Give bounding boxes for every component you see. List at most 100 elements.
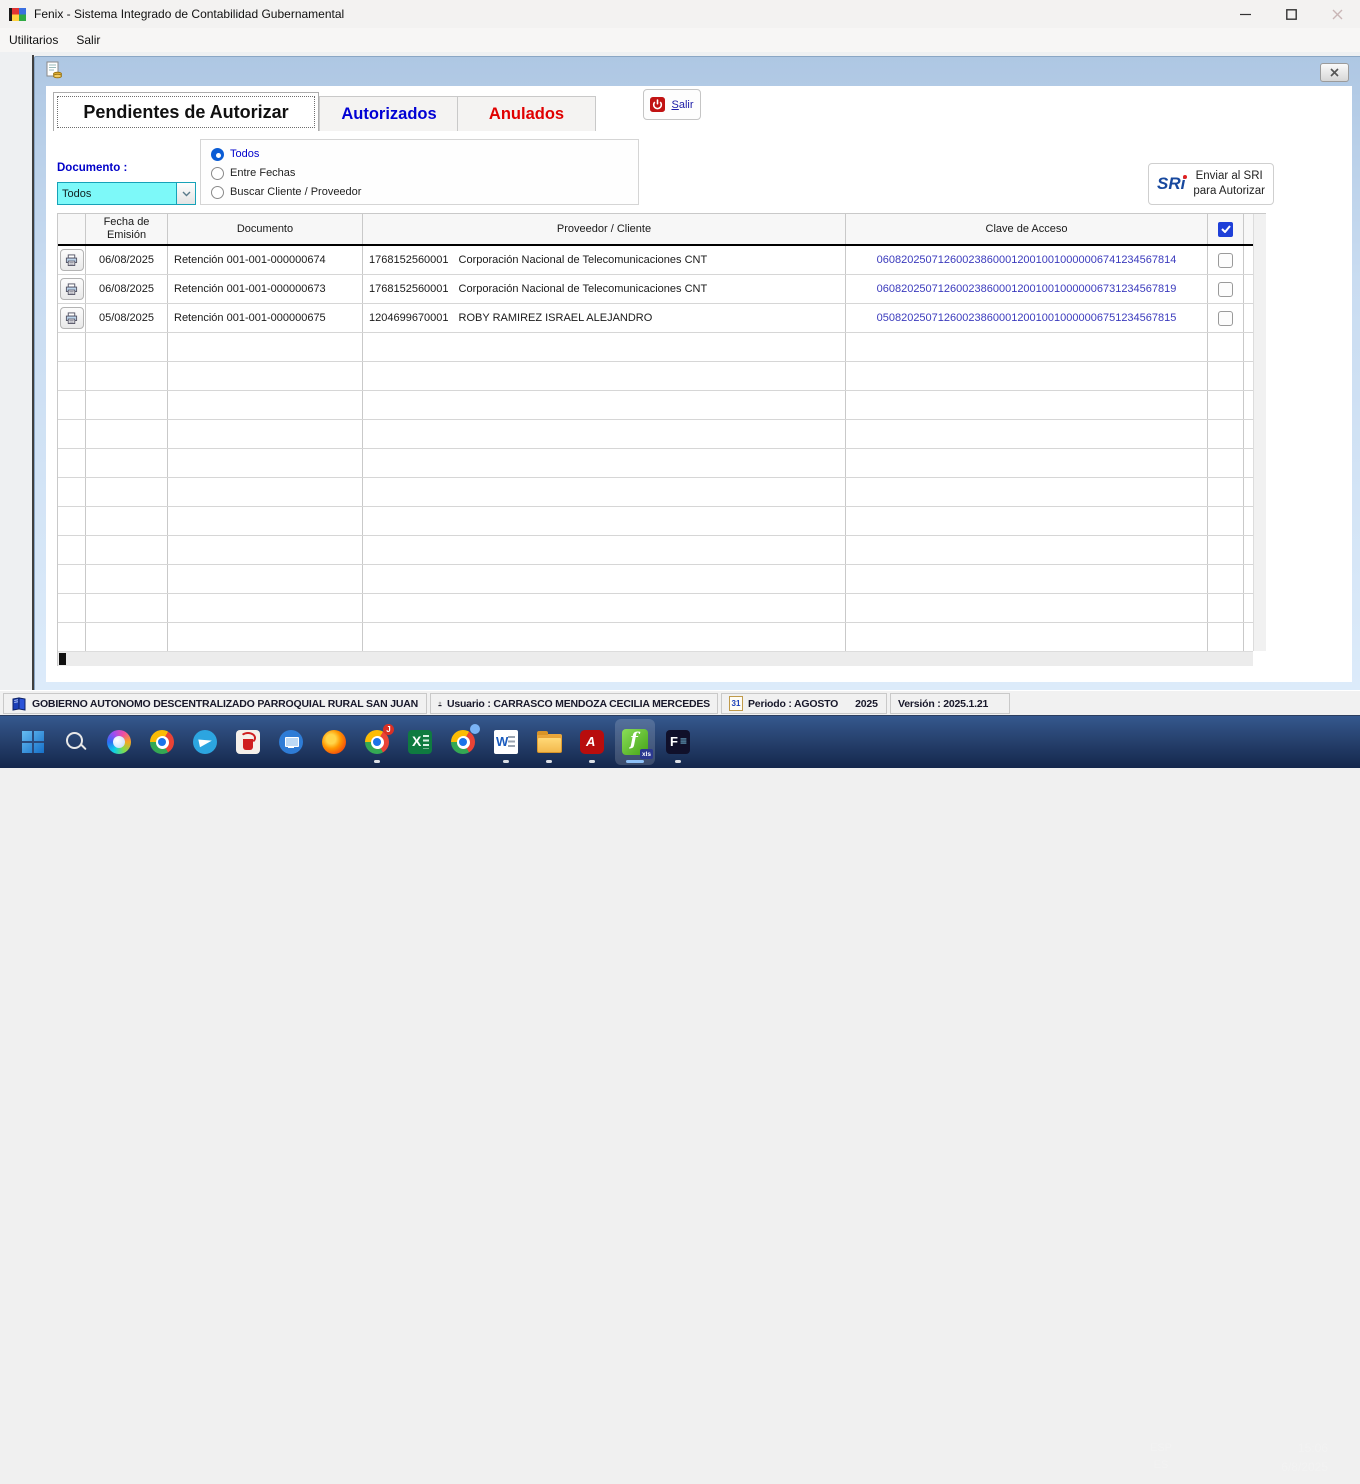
icon-badge: xls [640, 749, 653, 759]
proveedor-nombre: ROBY RAMIREZ ISRAEL ALEJANDRO [459, 312, 653, 324]
table-row[interactable]: 06/08/2025 Retención 001-001-000000674 1… [58, 246, 1253, 275]
radio-todos[interactable]: Todos [211, 147, 259, 161]
copilot-icon [107, 730, 131, 754]
running-indicator [589, 760, 595, 763]
icon-badge: J [383, 724, 394, 735]
vertical-scrollbar[interactable] [1253, 214, 1266, 651]
notification-bell-icon[interactable] [1338, 1447, 1356, 1465]
menu-salir[interactable]: Salir [67, 28, 109, 52]
table-row[interactable]: 06/08/2025 Retención 001-001-000000673 1… [58, 275, 1253, 304]
taskbar-icon-firefox[interactable] [314, 719, 354, 765]
tab-pendientes-de-autorizar[interactable]: Pendientes de Autorizar [53, 92, 319, 131]
child-close-button[interactable] [1320, 63, 1349, 82]
status-periodo: 31 Periodo : AGOSTO 2025 [721, 693, 887, 714]
system-tray: ESP ES 15:06 6/8/2025 [1100, 1431, 1360, 1484]
menu-utilitarios[interactable]: Utilitarios [0, 28, 67, 52]
tab-anulados[interactable]: Anulados [457, 96, 596, 131]
file-explorer-icon [537, 734, 562, 753]
app-icon [9, 8, 26, 21]
row-checkbox[interactable] [1218, 282, 1233, 297]
tab-autorizados[interactable]: Autorizados [319, 96, 459, 131]
table-row [58, 420, 1253, 449]
sri-logo: SRi [1157, 174, 1185, 194]
fecha-cell [86, 565, 168, 593]
taskbar-icon-chrome-profile-j[interactable]: J [357, 719, 397, 765]
table-row [58, 507, 1253, 536]
documento-cell [168, 362, 363, 390]
taskbar-icon-fenix-config[interactable] [658, 719, 698, 765]
row-checkbox[interactable] [1218, 311, 1233, 326]
taskbar-icon-excel[interactable] [400, 719, 440, 765]
language-indicator[interactable]: ESP ES [1144, 1440, 1178, 1473]
checkbox-cell [1208, 478, 1244, 506]
print-cell [58, 333, 86, 361]
proveedor-cell [363, 594, 846, 622]
taskbar-icon-file-explorer[interactable] [529, 719, 569, 765]
clave-acceso-cell [846, 478, 1208, 506]
print-button[interactable] [60, 307, 84, 329]
taskbar-icon-telegram[interactable] [185, 719, 225, 765]
chrome-profile-2-icon [451, 730, 475, 754]
row-checkbox[interactable] [1218, 253, 1233, 268]
radio-entre-fechas[interactable]: Entre Fechas [211, 166, 295, 180]
exit-button-label: Salir [671, 99, 693, 111]
taskbar-icon-word[interactable] [486, 719, 526, 765]
tray-date: 6/8/2025 [1281, 1460, 1328, 1474]
tray-clock[interactable]: 15:06 6/8/2025 [1258, 1439, 1328, 1476]
documento-cell [168, 507, 363, 535]
close-button[interactable] [1314, 0, 1360, 28]
taskbar-icon-chrome-profile-2[interactable] [443, 719, 483, 765]
taskbar-icon-remote-desktop[interactable] [271, 719, 311, 765]
minimize-button[interactable] [1222, 0, 1268, 28]
radio-selected-icon [211, 148, 224, 161]
window-title: Fenix - Sistema Integrado de Contabilida… [34, 7, 344, 21]
filler-cell [1244, 362, 1253, 390]
exit-button[interactable]: Salir [643, 89, 701, 120]
taskbar-icon-start[interactable] [13, 719, 53, 765]
taskbar-icon-copilot[interactable] [99, 719, 139, 765]
taskbar-icon-uninstaller[interactable] [228, 719, 268, 765]
proveedor-cell [363, 536, 846, 564]
print-button[interactable] [60, 278, 84, 300]
check-icon [1221, 225, 1231, 233]
battery-icon[interactable] [1238, 1447, 1260, 1461]
proveedor-nombre: Corporación Nacional de Telecomunicacion… [459, 254, 708, 266]
taskbar-icon-fenix[interactable]: xls [615, 719, 655, 765]
horizontal-scrollbar-thumb[interactable] [59, 653, 66, 665]
maximize-button[interactable] [1268, 0, 1314, 28]
clave-acceso-cell [846, 449, 1208, 477]
wifi-icon[interactable] [1186, 1447, 1206, 1463]
horizontal-scrollbar[interactable] [58, 651, 1253, 666]
radio-todos-label: Todos [230, 148, 259, 160]
filler-cell [1244, 246, 1253, 274]
print-cell [58, 304, 86, 332]
dropdown-arrow-button[interactable] [176, 183, 195, 204]
documents-table: Fecha deEmisión Documento Proveedor / Cl… [57, 213, 1266, 666]
volume-icon[interactable] [1212, 1447, 1230, 1463]
power-icon [650, 97, 665, 112]
proveedor-cell [363, 420, 846, 448]
printer-icon [65, 312, 78, 325]
chevron-down-icon [182, 191, 191, 197]
print-cell [58, 362, 86, 390]
filler-cell [1244, 391, 1253, 419]
table-row[interactable]: 05/08/2025 Retención 001-001-000000675 1… [58, 304, 1253, 333]
radio-buscar-cliente-proveedor[interactable]: Buscar Cliente / Proveedor [211, 185, 361, 199]
fenix-config-icon [666, 730, 690, 754]
fecha-cell [86, 449, 168, 477]
enviar-al-sri-button[interactable]: SRi Enviar al SRI para Autorizar [1148, 163, 1274, 205]
checkbox-cell [1208, 362, 1244, 390]
taskbar-icon-chrome[interactable] [142, 719, 182, 765]
documento-dropdown-value: Todos [58, 188, 176, 200]
taskbar-icon-acrobat[interactable] [572, 719, 612, 765]
document-coins-icon [45, 61, 63, 79]
filler-cell [1244, 333, 1253, 361]
checkbox-cell [1208, 449, 1244, 477]
tray-chevron-icon[interactable] [1108, 1449, 1122, 1458]
documento-dropdown[interactable]: Todos [57, 182, 196, 205]
filler-cell [1244, 623, 1253, 651]
taskbar-icon-search[interactable] [56, 719, 96, 765]
print-button[interactable] [60, 249, 84, 271]
fecha-cell: 06/08/2025 [86, 275, 168, 303]
select-all-checkbox[interactable] [1218, 222, 1233, 237]
